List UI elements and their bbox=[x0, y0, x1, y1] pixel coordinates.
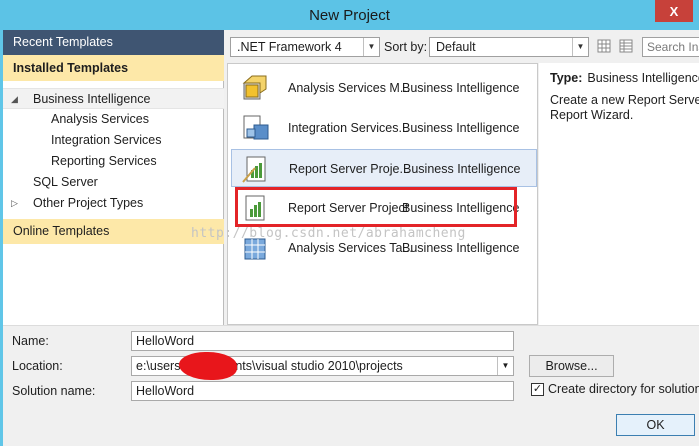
report-wizard-icon bbox=[242, 156, 266, 183]
description-line: Report Wizard. bbox=[550, 108, 634, 122]
tree-item-label: Reporting Services bbox=[51, 154, 157, 168]
template-item-selected[interactable]: Report Server Proje... Business Intellig… bbox=[231, 149, 537, 187]
template-tree-pane: Recent Templates Installed Templates ◢ B… bbox=[3, 30, 224, 325]
template-name: Analysis Services Ta... bbox=[288, 241, 413, 255]
window-title: New Project bbox=[309, 6, 390, 24]
project-name-input[interactable]: HelloWord bbox=[131, 331, 514, 351]
tree-item-label: Analysis Services bbox=[51, 112, 149, 126]
template-category: Business Intelligence bbox=[402, 121, 520, 135]
tree-item-reporting-services[interactable]: Reporting Services bbox=[3, 151, 224, 172]
template-category: Business Intelligence bbox=[402, 81, 520, 95]
description-line: Create a new Report Server p bbox=[550, 93, 699, 107]
integration-package-icon bbox=[243, 115, 269, 140]
template-type-line: Type: Business Intelligence bbox=[550, 71, 699, 85]
expanded-arrow-icon[interactable]: ◢ bbox=[11, 89, 21, 110]
template-name: Report Server Proje... bbox=[289, 162, 410, 176]
template-category: Business Intelligence bbox=[403, 162, 521, 176]
create-directory-checkbox[interactable]: ✓ bbox=[531, 383, 544, 396]
sort-by-label: Sort by: bbox=[384, 40, 428, 54]
collapsed-arrow-icon[interactable]: ▷ bbox=[11, 193, 21, 214]
close-button[interactable]: X bbox=[655, 0, 693, 22]
close-icon: X bbox=[669, 3, 679, 19]
chevron-down-icon[interactable]: ▼ bbox=[572, 38, 588, 56]
location-label: Location: bbox=[12, 359, 63, 373]
solution-name-label: Solution name: bbox=[12, 384, 96, 398]
template-name: Integration Services... bbox=[288, 121, 409, 135]
title-bar: New Project bbox=[0, 0, 699, 30]
tree-item-other-project-types[interactable]: ▷ Other Project Types bbox=[3, 193, 224, 214]
tree-item-sql-server[interactable]: SQL Server bbox=[3, 172, 224, 193]
search-installed-templates-input[interactable]: Search Ins bbox=[642, 37, 699, 57]
location-value: e:\users\ \documents\visual studio 2010\… bbox=[136, 359, 403, 373]
highlight-annotation-box bbox=[235, 187, 517, 227]
tree-item-label: Other Project Types bbox=[33, 196, 144, 210]
template-item[interactable]: Integration Services... Business Intelli… bbox=[231, 109, 537, 147]
recent-templates-header[interactable]: Recent Templates bbox=[3, 30, 224, 55]
tree-item-integration-services[interactable]: Integration Services bbox=[3, 130, 224, 151]
tree-item-analysis-services[interactable]: Analysis Services bbox=[3, 109, 224, 130]
template-details-pane: Type: Business Intelligence Create a new … bbox=[539, 63, 699, 325]
framework-select[interactable]: .NET Framework 4 ▼ bbox=[230, 37, 380, 57]
sort-select[interactable]: Default ▼ bbox=[429, 37, 589, 57]
type-label: Type: bbox=[550, 71, 583, 85]
name-label: Name: bbox=[12, 334, 49, 348]
template-name: Analysis Services M... bbox=[288, 81, 411, 95]
create-directory-label[interactable]: Create directory for solution bbox=[548, 382, 699, 396]
watermark-text: http://blog.csdn.net/abrahamcheng bbox=[191, 226, 466, 241]
chevron-down-icon[interactable]: ▼ bbox=[363, 38, 379, 56]
framework-value: .NET Framework 4 bbox=[237, 40, 342, 54]
solution-name-input[interactable]: HelloWord bbox=[131, 381, 514, 401]
ok-button[interactable]: OK bbox=[616, 414, 695, 436]
browse-button[interactable]: Browse... bbox=[529, 355, 614, 377]
list-view-icon[interactable] bbox=[619, 39, 633, 53]
type-value: Business Intelligence bbox=[587, 71, 699, 85]
template-item[interactable]: Analysis Services M... Business Intellig… bbox=[231, 69, 537, 107]
chevron-down-icon[interactable]: ▼ bbox=[497, 357, 513, 375]
sort-value: Default bbox=[436, 40, 476, 54]
tree-item-label: SQL Server bbox=[33, 175, 98, 189]
template-toolbar: .NET Framework 4 ▼ Sort by: Default ▼ Se… bbox=[224, 30, 699, 63]
small-icons-view-icon[interactable] bbox=[597, 39, 611, 53]
tree-item-label: Business Intelligence bbox=[33, 92, 151, 106]
tree-item-label: Integration Services bbox=[51, 133, 162, 147]
tree-item-business-intelligence[interactable]: ◢ Business Intelligence bbox=[3, 88, 224, 109]
template-description: Create a new Report Server p Report Wiza… bbox=[550, 93, 699, 123]
installed-templates-header[interactable]: Installed Templates bbox=[3, 55, 224, 81]
template-category: Business Intelligence bbox=[402, 241, 520, 255]
analysis-cube-icon bbox=[242, 75, 267, 100]
